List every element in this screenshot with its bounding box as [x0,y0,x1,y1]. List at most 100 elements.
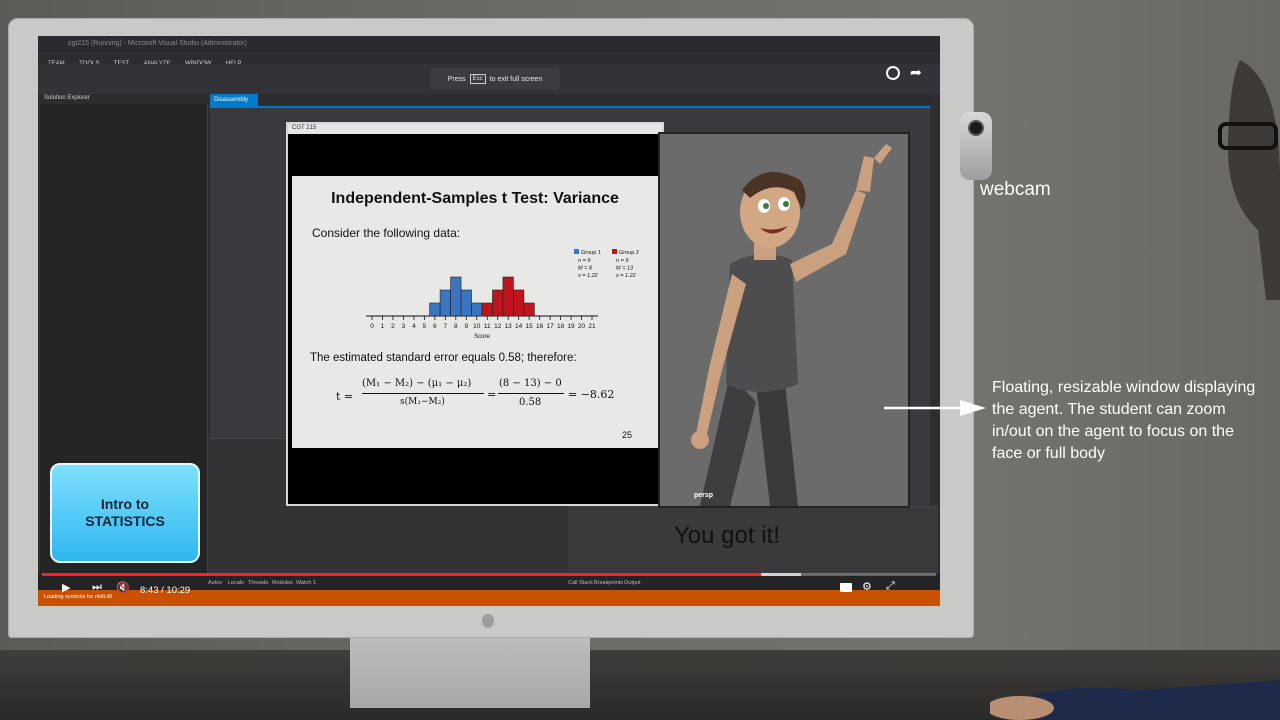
x-tick-label: 17 [546,323,554,330]
formula-bar1 [362,393,484,394]
legend-stat: n = 9 [578,258,590,264]
monitor-logo [482,614,494,628]
x-tick-label: 5 [423,323,427,330]
x-tick-label: 4 [412,323,416,330]
x-tick-label: 8 [454,323,458,330]
slide-window-title[interactable]: CGT 215 [288,124,662,134]
bottom-tab-modules[interactable]: Modules [272,580,293,586]
x-tick-label: 11 [484,323,491,330]
intro-line2: STATISTICS [85,513,165,529]
person-viewer [1218,60,1280,300]
bottom-tab-breakpoints[interactable]: Breakpoints [594,580,623,586]
legend-stat: s = 1.22 [616,273,636,279]
settings-icon[interactable]: ⚙ [862,580,872,593]
person-arm [990,680,1280,720]
x-tick-label: 3 [402,323,406,330]
annotation-text: Floating, resizable window displaying th… [992,379,1256,462]
bar-group-1 [450,276,462,317]
formula-num1: (M₁ − M₂) − (μ₁ − μ₂) [362,378,472,389]
clock-icon[interactable] [886,66,900,80]
legend-label: Group 2 [619,250,639,256]
share-icon[interactable]: ➦ [910,64,922,81]
x-tick-label: 0 [370,323,374,330]
slide-consider-text: Consider the following data: [312,226,461,240]
formula-den1: s(M₁−M₂) [400,397,445,407]
t-formula: t = (M₁ − M₂) − (μ₁ − μ₂) s(M₁−M₂) = (8 … [336,376,636,420]
slide-se-text: The estimated standard error equals 0.58… [310,352,577,364]
x-tick-label: 21 [588,323,596,330]
formula-result: = −8.62 [568,388,615,401]
x-tick-label: 6 [433,323,437,330]
x-tick-label: 16 [536,323,544,330]
x-tick-label: 2 [391,323,395,330]
video-time: 8:43 / 10:29 [140,585,191,596]
mute-icon[interactable]: 🔇 [116,581,130,594]
x-tick-label: 7 [444,323,448,330]
legend-stat: s = 1.22 [578,273,598,279]
status-text: Loading symbols for ntdll.dll [44,594,112,600]
slide-page-number: 25 [622,430,633,440]
agent-window[interactable]: persp [658,132,910,508]
vs-doc-tabs [210,94,930,108]
formula-t: t = [336,390,354,403]
x-axis-label: Score [474,334,490,340]
webcam-label: webcam [980,179,1051,200]
viewport-label: persp [694,492,714,499]
video-progress-played [42,573,761,576]
fullscreen-icon[interactable]: ⤢ [886,580,895,593]
formula-num2: (8 − 13) − 0 [499,378,562,389]
x-tick-label: 13 [505,323,513,330]
feedback-text: You got it! [674,522,780,549]
formula-eq: = [487,388,497,401]
x-tick-label: 1 [381,323,385,330]
bottom-tab-callstack[interactable]: Call Stack [568,580,593,586]
bar-group-2 [492,289,504,317]
formula-bar2 [498,393,564,394]
bar-group-1 [471,302,483,317]
legend-swatch [574,249,579,254]
slide: Independent-Samples t Test: Variance Con… [292,176,658,448]
tab-disassembly[interactable]: Disassembly [210,94,258,108]
esc-press: Press [447,75,466,83]
bottom-tab-threads[interactable]: Threads [248,580,268,586]
play-icon[interactable]: ▶ [62,581,70,594]
next-icon[interactable]: ⏭ [92,581,102,594]
monitor-screen: cgt215 (Running) - Microsoft Visual Stud… [38,36,940,606]
slide-window[interactable]: CGT 215 Independent-Samples t Test: Vari… [286,122,664,506]
x-tick-label: 20 [578,323,586,330]
x-tick-label: 10 [473,323,481,330]
bar-group-1 [439,289,451,317]
animated-agent [691,144,892,506]
bottom-tab-watch[interactable]: Watch 1 [296,580,316,586]
bar-group-2 [481,302,493,317]
bar-group-2 [523,302,535,317]
x-tick-label: 18 [557,323,565,330]
legend-stat: M = 13 [616,266,634,272]
annotation-arrow-icon [884,400,986,416]
bottom-tab-autos[interactable]: Autos [208,580,222,586]
webcam-lens [968,120,984,136]
x-tick-label: 19 [567,323,575,330]
bar-group-1 [429,302,441,317]
legend-swatch [612,249,617,254]
intro-to-statistics-button[interactable]: Intro to STATISTICS [50,463,200,563]
captions-icon[interactable] [840,583,852,592]
esc-key: Esc [469,74,486,84]
exit-fullscreen-banner: Press Esc to exit full screen [430,68,560,90]
esc-rest: to exit full screen [489,75,543,83]
legend-stat: M = 8 [578,266,593,272]
x-tick-label: 9 [464,323,468,330]
legend-label: Group 1 [581,250,601,256]
formula-den2: 0.58 [519,397,542,408]
vs-menu-bar: TEAM TOOLS TEST ANALYZE WINDOW HELP [38,52,940,67]
intro-line1: Intro to [100,496,150,512]
legend-stat: n = 9 [616,258,628,264]
solution-explorer-header: Solution Explorer [40,94,208,104]
slide-title: Independent-Samples t Test: Variance [331,190,619,207]
bottom-tab-output[interactable]: Output [624,580,641,586]
bottom-tab-locals[interactable]: Locals [228,580,244,586]
x-tick-label: 15 [526,323,534,330]
vs-title-bar: cgt215 (Running) - Microsoft Visual Stud… [38,36,940,52]
bar-group-2 [513,289,525,317]
monitor-stand [350,638,590,708]
